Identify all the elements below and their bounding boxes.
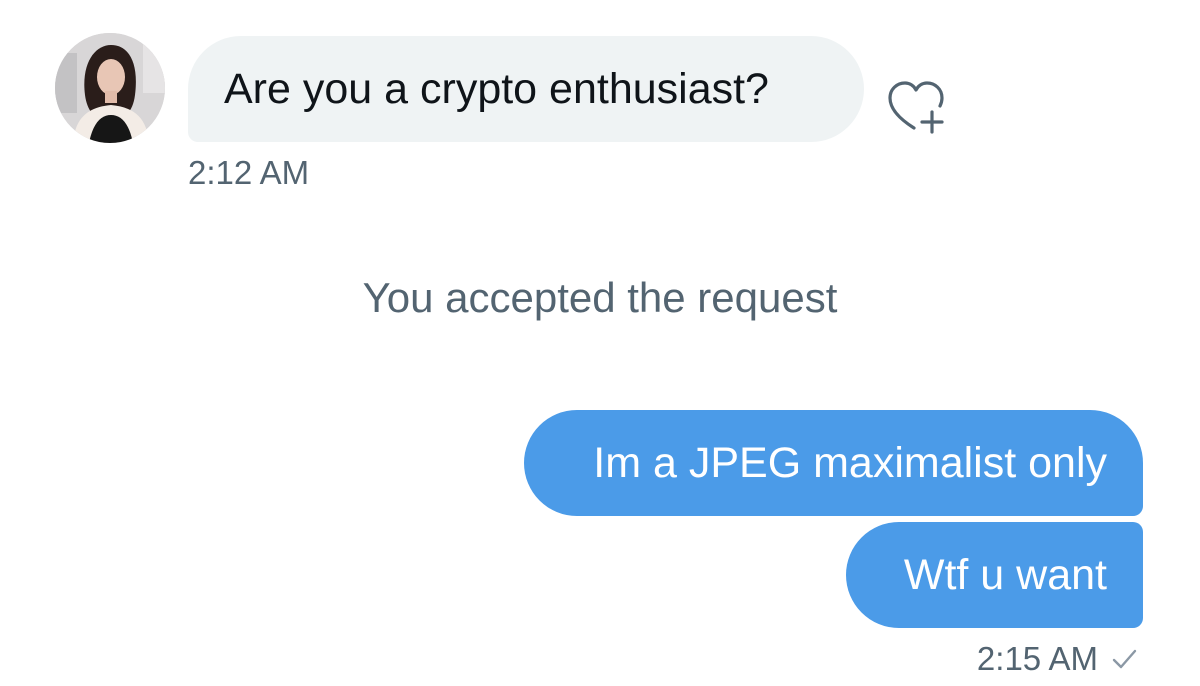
outgoing-message-bubble[interactable]: Im a JPEG maximalist only xyxy=(524,410,1143,516)
outgoing-status: 2:15 AM xyxy=(977,640,1138,678)
outgoing-timestamp: 2:15 AM xyxy=(976,640,1098,677)
dm-conversation: Are you a crypto enthusiast? 2:12 AM You… xyxy=(0,0,1200,686)
sent-check-icon xyxy=(1112,649,1137,669)
request-accepted-notice: You accepted the request xyxy=(362,274,838,321)
outgoing-message-text: Wtf u want xyxy=(903,551,1107,599)
incoming-message-bubble[interactable]: Are you a crypto enthusiast? xyxy=(188,36,864,142)
heart-plus-icon[interactable] xyxy=(884,78,954,138)
avatar-photo-icon xyxy=(55,33,165,143)
sender-avatar[interactable] xyxy=(55,33,165,143)
incoming-message-text: Are you a crypto enthusiast? xyxy=(224,65,769,113)
incoming-timestamp: 2:12 AM xyxy=(188,154,310,191)
outgoing-message-text: Im a JPEG maximalist only xyxy=(593,439,1107,487)
outgoing-message-bubble[interactable]: Wtf u want xyxy=(846,522,1143,628)
